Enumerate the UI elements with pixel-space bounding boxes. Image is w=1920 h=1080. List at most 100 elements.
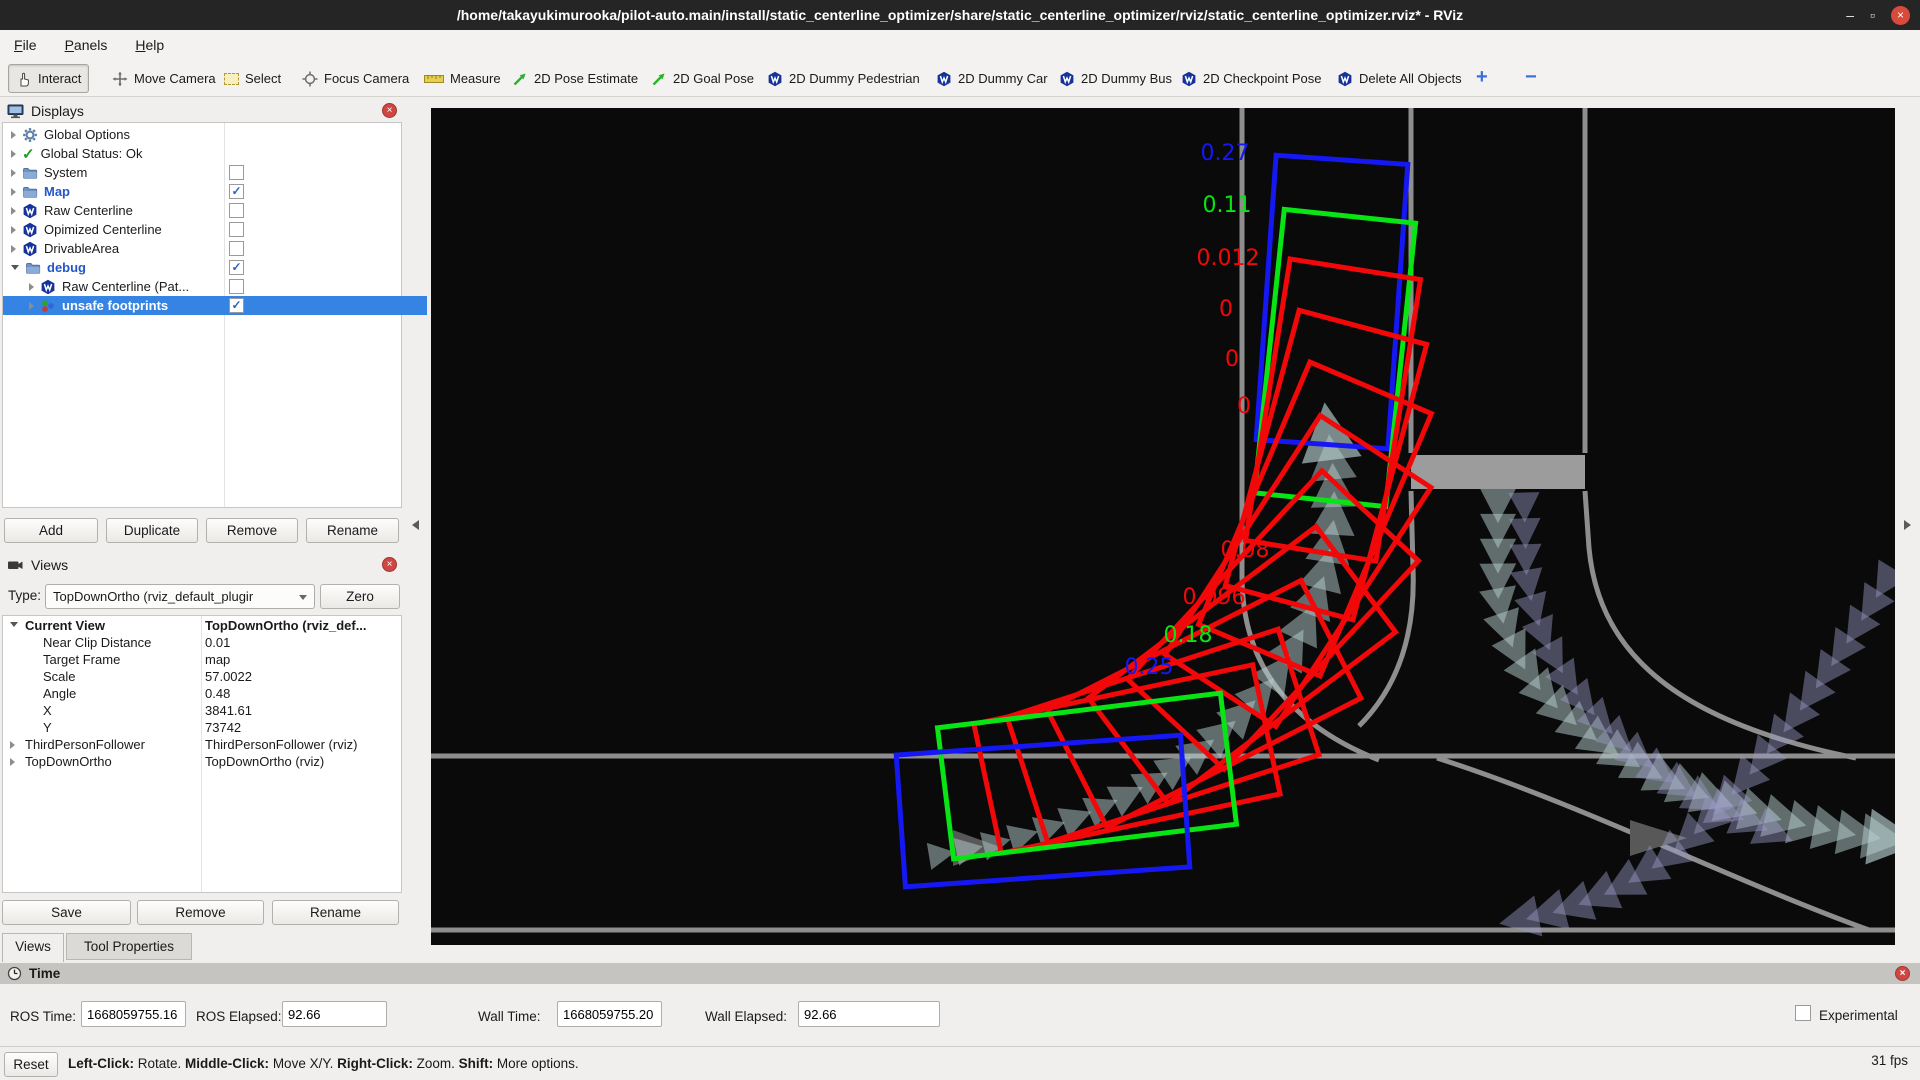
time-panel-header[interactable]: Time × <box>0 963 1920 984</box>
expander-open-icon[interactable] <box>10 622 18 627</box>
view-property-row-near-clip-distance[interactable]: Near Clip Distance0.01 <box>3 634 401 651</box>
display-row-debug[interactable]: debug✓ <box>3 258 409 277</box>
time-field-input-ros-elapsed[interactable] <box>282 1001 387 1027</box>
expander-closed-icon[interactable] <box>11 188 16 196</box>
expander-closed-icon[interactable] <box>11 150 16 158</box>
menu-item-file[interactable]: File <box>14 37 37 53</box>
expander-closed-icon[interactable] <box>11 207 16 215</box>
tool-2d-checkpoint-pose[interactable]: 2D Checkpoint Pose <box>1173 64 1330 93</box>
display-row-global-status-ok[interactable]: ✓Global Status: Ok <box>3 144 409 163</box>
tool-2d-pose-estimate[interactable]: 2D Pose Estimate <box>504 64 646 93</box>
minimize-icon[interactable]: – <box>1846 5 1854 25</box>
collapse-right-arrow[interactable] <box>1904 520 1911 530</box>
display-enabled-checkbox[interactable]: ✓ <box>229 260 244 275</box>
time-close-icon[interactable]: × <box>1895 966 1910 981</box>
tool-interact[interactable]: Interact <box>8 64 89 93</box>
maximize-icon[interactable]: ▫ <box>1870 5 1875 25</box>
property-value[interactable]: TopDownOrtho (rviz_def... <box>205 618 367 633</box>
remove-tool-button[interactable]: − <box>1517 64 1545 91</box>
expander-closed-icon[interactable] <box>11 169 16 177</box>
display-enabled-checkbox[interactable]: ✓ <box>229 184 244 199</box>
display-enabled-checkbox[interactable] <box>229 241 244 256</box>
tool-measure[interactable]: Measure <box>416 64 509 93</box>
display-enabled-checkbox[interactable] <box>229 222 244 237</box>
tool-2d-dummy-bus[interactable]: 2D Dummy Bus <box>1051 64 1180 93</box>
view-property-row-scale[interactable]: Scale57.0022 <box>3 668 401 685</box>
add-button[interactable]: Add <box>4 518 98 543</box>
expander-closed-icon[interactable] <box>10 758 15 766</box>
menu-item-help[interactable]: Help <box>135 37 164 53</box>
expander-open-icon[interactable] <box>11 265 19 270</box>
rename-button[interactable]: Rename <box>272 900 399 925</box>
view-property-row-current-view[interactable]: Current ViewTopDownOrtho (rviz_def... <box>3 617 401 634</box>
expander-closed-icon[interactable] <box>29 302 34 310</box>
property-value[interactable]: map <box>205 652 230 667</box>
display-row-opimized-centerline[interactable]: Opimized Centerline <box>3 220 409 239</box>
view-property-row-target-frame[interactable]: Target Framemap <box>3 651 401 668</box>
displays-panel-header[interactable]: Displays × <box>0 99 404 122</box>
view-property-row-y[interactable]: Y73742 <box>3 719 401 736</box>
property-value[interactable]: 3841.61 <box>205 703 252 718</box>
tab-views[interactable]: Views <box>2 933 64 962</box>
display-row-unsafe-footprints[interactable]: unsafe footprints✓ <box>3 296 427 315</box>
rename-button[interactable]: Rename <box>306 518 399 543</box>
property-value[interactable]: 73742 <box>205 720 241 735</box>
tool-2d-dummy-pedestrian[interactable]: 2D Dummy Pedestrian <box>759 64 928 93</box>
remove-button[interactable]: Remove <box>137 900 264 925</box>
displays-close-icon[interactable]: × <box>382 103 397 118</box>
tool-focus-camera[interactable]: Focus Camera <box>294 64 417 93</box>
autoware-icon <box>1059 71 1075 87</box>
experimental-checkbox[interactable] <box>1795 1005 1811 1021</box>
property-value[interactable]: ThirdPersonFollower (rviz) <box>205 737 357 752</box>
view-type-combobox[interactable]: TopDownOrtho (rviz_default_plugir <box>45 584 315 609</box>
view-property-row-x[interactable]: X3841.61 <box>3 702 401 719</box>
tool-delete-all-objects[interactable]: Delete All Objects <box>1329 64 1470 93</box>
render-scene[interactable]: 0.270.110.0120000.080.0960.180.25 <box>431 108 1895 945</box>
expander-closed-icon[interactable] <box>11 131 16 139</box>
display-enabled-checkbox[interactable]: ✓ <box>229 298 244 313</box>
property-value[interactable]: 0.48 <box>205 686 230 701</box>
titlebar[interactable]: /home/takayukimurooka/pilot-auto.main/in… <box>0 0 1920 30</box>
time-field-input-wall-time[interactable] <box>557 1001 662 1027</box>
expander-closed-icon[interactable] <box>29 283 34 291</box>
display-row-drivablearea[interactable]: DrivableArea <box>3 239 409 258</box>
property-value[interactable]: TopDownOrtho (rviz) <box>205 754 324 769</box>
time-field-input-wall-elapsed[interactable] <box>798 1001 940 1027</box>
tool-move-camera[interactable]: Move Camera <box>104 64 224 93</box>
display-enabled-checkbox[interactable] <box>229 165 244 180</box>
expander-closed-icon[interactable] <box>11 226 16 234</box>
views-panel-header[interactable]: Views × <box>0 553 404 576</box>
property-value[interactable]: 57.0022 <box>205 669 252 684</box>
display-row-global-options[interactable]: Global Options <box>3 125 409 144</box>
display-row-raw-centerline-pat[interactable]: Raw Centerline (Pat... <box>3 277 427 296</box>
view-property-row-topdownortho[interactable]: TopDownOrthoTopDownOrtho (rviz) <box>3 753 401 770</box>
property-value[interactable]: 0.01 <box>205 635 230 650</box>
display-enabled-checkbox[interactable] <box>229 203 244 218</box>
display-row-system[interactable]: System <box>3 163 409 182</box>
tool-2d-goal-pose[interactable]: 2D Goal Pose <box>643 64 762 93</box>
save-button[interactable]: Save <box>2 900 131 925</box>
collapse-left-arrow[interactable] <box>412 520 419 530</box>
add-tool-button[interactable]: + <box>1468 64 1496 91</box>
display-enabled-checkbox[interactable] <box>229 279 244 294</box>
display-label: DrivableArea <box>44 241 119 256</box>
select-icon <box>224 73 239 85</box>
expander-closed-icon[interactable] <box>11 245 16 253</box>
tool-select[interactable]: Select <box>216 64 289 93</box>
view-property-row-thirdpersonfollower[interactable]: ThirdPersonFollowerThirdPersonFollower (… <box>3 736 401 753</box>
tool-2d-dummy-car[interactable]: 2D Dummy Car <box>928 64 1056 93</box>
tab-tool-properties[interactable]: Tool Properties <box>66 933 192 960</box>
zero-button[interactable]: Zero <box>320 584 400 609</box>
views-close-icon[interactable]: × <box>382 557 397 572</box>
display-row-map[interactable]: Map✓ <box>3 182 409 201</box>
remove-button[interactable]: Remove <box>206 518 298 543</box>
display-row-raw-centerline[interactable]: Raw Centerline <box>3 201 409 220</box>
view-property-row-angle[interactable]: Angle0.48 <box>3 685 401 702</box>
reset-button[interactable]: Reset <box>4 1052 58 1077</box>
3d-viewport[interactable]: 0.270.110.0120000.080.0960.180.25 <box>431 108 1895 945</box>
expander-closed-icon[interactable] <box>10 741 15 749</box>
close-icon[interactable]: × <box>1891 6 1910 25</box>
time-field-input-ros-time[interactable] <box>81 1001 186 1027</box>
duplicate-button[interactable]: Duplicate <box>106 518 198 543</box>
menu-item-panels[interactable]: Panels <box>65 37 108 53</box>
